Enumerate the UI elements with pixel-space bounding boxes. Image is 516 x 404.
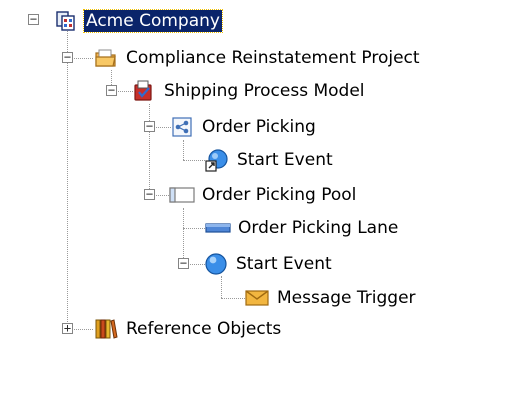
tree-node-label: Order Picking Lane xyxy=(238,218,399,238)
diagram-icon xyxy=(169,114,195,140)
tree-node-order-picking[interactable]: Order Picking xyxy=(169,112,318,142)
tree-line xyxy=(183,228,205,229)
collapse-toggle[interactable]: − xyxy=(144,120,155,132)
tree-node-label: Message Trigger xyxy=(277,288,416,308)
tree-node-start-event[interactable]: Start Event xyxy=(203,249,334,279)
company-icon xyxy=(53,8,79,34)
books-icon xyxy=(93,316,119,342)
tree-node-label: Reference Objects xyxy=(126,319,282,339)
tree-line xyxy=(183,140,184,160)
tree-node-reference-objects[interactable]: Reference Objects xyxy=(93,314,283,344)
envelope-icon xyxy=(244,285,270,311)
process-model-icon xyxy=(131,78,157,104)
tree-line xyxy=(149,104,150,195)
tree-node-label: Order Picking Pool xyxy=(202,185,357,205)
collapse-toggle[interactable]: − xyxy=(106,84,117,96)
collapse-toggle[interactable]: − xyxy=(144,188,155,200)
start-event-icon xyxy=(203,251,229,277)
lane-icon xyxy=(205,215,231,241)
tree-line xyxy=(183,160,205,161)
collapse-toggle[interactable]: − xyxy=(178,257,189,269)
tree-node-shipping-process-model[interactable]: Shipping Process Model xyxy=(131,76,367,106)
start-event-link-icon xyxy=(204,147,230,173)
tree-node-message-trigger[interactable]: Message Trigger xyxy=(244,283,418,313)
tree-node-order-picking-pool[interactable]: Order Picking Pool xyxy=(169,180,358,210)
object-tree[interactable]: − Acme Company − Compliance Reinstatemen… xyxy=(0,0,516,404)
collapse-toggle[interactable]: − xyxy=(62,51,73,63)
tree-line xyxy=(221,276,222,298)
tree-node-label: Start Event xyxy=(236,254,332,274)
tree-node-compliance-project[interactable]: Compliance Reinstatement Project xyxy=(93,43,422,73)
expand-toggle[interactable]: + xyxy=(62,322,73,334)
tree-node-acme-company[interactable]: Acme Company xyxy=(53,6,223,36)
tree-node-label: Compliance Reinstatement Project xyxy=(126,48,420,68)
tree-node-label: Order Picking xyxy=(202,117,316,137)
tree-node-label: Shipping Process Model xyxy=(164,81,365,101)
tree-line xyxy=(221,298,245,299)
pool-icon xyxy=(169,182,195,208)
tree-node-label: Acme Company xyxy=(83,9,223,33)
folder-icon xyxy=(93,45,119,71)
tree-node-label: Start Event xyxy=(237,150,333,170)
collapse-toggle[interactable]: − xyxy=(28,13,39,25)
tree-node-order-picking-lane[interactable]: Order Picking Lane xyxy=(205,213,400,243)
tree-node-start-event-link[interactable]: Start Event xyxy=(204,145,335,175)
tree-line xyxy=(67,20,68,330)
